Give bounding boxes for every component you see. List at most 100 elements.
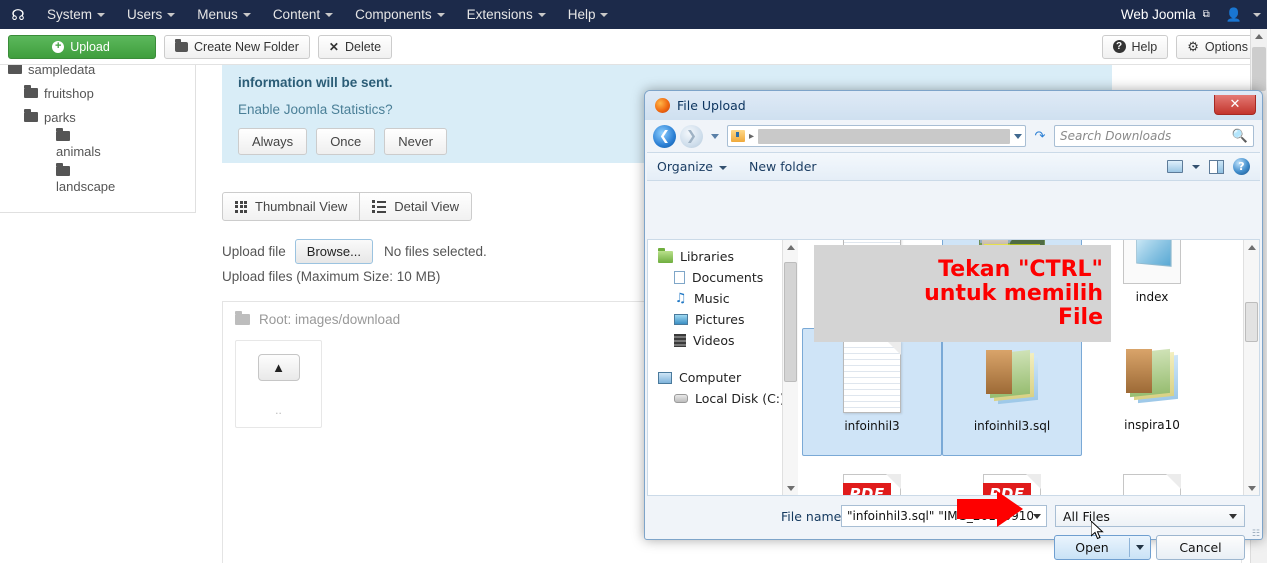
tree-item-animals[interactable] bbox=[0, 128, 195, 144]
nav-pane-scrollbar-thumb[interactable] bbox=[784, 262, 797, 382]
help-icon[interactable]: ? bbox=[1233, 158, 1250, 175]
nav-pane-item-pictures[interactable]: Pictures bbox=[648, 309, 798, 330]
resize-grip-icon[interactable]: ☷ bbox=[1252, 529, 1260, 539]
scroll-down-arrow-icon[interactable] bbox=[1248, 486, 1256, 491]
scroll-up-arrow-icon[interactable] bbox=[1255, 34, 1263, 39]
alert-once-button[interactable]: Once bbox=[316, 128, 376, 155]
nav-label: Extensions bbox=[466, 7, 533, 22]
create-new-folder-button[interactable]: Create New Folder bbox=[164, 34, 310, 59]
file-item-infoinhil3[interactable]: infoinhil3 bbox=[802, 328, 942, 456]
folder-icon bbox=[8, 65, 22, 74]
mouse-cursor-icon bbox=[1091, 521, 1104, 540]
folder-icon bbox=[24, 109, 38, 122]
joomla-logo-icon[interactable]: ☊ bbox=[0, 6, 36, 24]
cancel-button[interactable]: Cancel bbox=[1156, 535, 1245, 560]
page-scrollbar-thumb[interactable] bbox=[1252, 47, 1266, 91]
close-button[interactable]: ✕ bbox=[1214, 94, 1256, 115]
site-name-link[interactable]: Web Joomla bbox=[1121, 7, 1200, 22]
thumbnail-view-tab[interactable]: Thumbnail View bbox=[222, 192, 361, 221]
options-label: Options bbox=[1204, 39, 1248, 54]
nav-item-menus[interactable]: Menus bbox=[186, 0, 262, 29]
dialog-title-bar[interactable]: File Upload ✕ bbox=[645, 91, 1262, 120]
nav-pane-item-documents[interactable]: Documents bbox=[648, 267, 798, 288]
file-item-pdf-2[interactable]: PDF bbox=[942, 456, 1082, 495]
file-item-inspira10[interactable]: inspira10 bbox=[1082, 328, 1222, 456]
options-button[interactable]: ⚙ Options bbox=[1176, 34, 1259, 59]
address-bar[interactable]: ▸ bbox=[727, 125, 1026, 147]
max-size-note: Upload files (Maximum Size: 10 MB) bbox=[222, 269, 441, 284]
file-item-web-doc[interactable] bbox=[1082, 456, 1222, 495]
parent-folder-tile[interactable]: ▲ .. bbox=[235, 340, 322, 428]
help-button[interactable]: ? Help bbox=[1101, 34, 1169, 59]
tree-label-landscape[interactable]: landscape bbox=[0, 179, 195, 199]
chevron-down-icon[interactable] bbox=[1229, 513, 1237, 519]
file-item-pdf-1[interactable]: PDF bbox=[802, 456, 942, 495]
overlay-line-1: Tekan "CTRL" bbox=[938, 256, 1103, 282]
nav-pane-label: Videos bbox=[693, 333, 735, 348]
scroll-up-arrow-icon[interactable] bbox=[1248, 245, 1256, 250]
organize-label: Organize bbox=[657, 159, 713, 174]
plus-circle-icon: + bbox=[52, 40, 65, 53]
dialog-navigation-pane: Libraries Documents ♫ Music Pictures Vid… bbox=[648, 240, 798, 495]
nav-pane-label: Local Disk (C:) bbox=[695, 391, 785, 406]
tree-item-parks[interactable]: parks bbox=[0, 105, 195, 129]
nav-pane-item-local-disk[interactable]: Local Disk (C:) bbox=[648, 388, 798, 409]
tree-item-sampledata[interactable]: sampledata bbox=[0, 65, 195, 81]
scroll-down-arrow-icon[interactable] bbox=[787, 486, 795, 491]
tree-item-landscape[interactable] bbox=[0, 163, 195, 179]
nav-pane-item-libraries[interactable]: Libraries bbox=[648, 246, 798, 267]
scroll-up-arrow-icon[interactable] bbox=[787, 245, 795, 250]
nav-pane-item-computer[interactable]: Computer bbox=[648, 367, 798, 388]
alert-always-button[interactable]: Always bbox=[238, 128, 308, 155]
organize-button[interactable]: Organize bbox=[657, 159, 727, 174]
recent-locations-chevron-down-icon[interactable] bbox=[711, 133, 719, 139]
chevron-down-icon[interactable] bbox=[1130, 536, 1150, 559]
alert-never-button[interactable]: Never bbox=[384, 128, 447, 155]
new-folder-button[interactable]: New folder bbox=[749, 159, 817, 174]
change-view-icon[interactable] bbox=[1167, 160, 1183, 173]
tree-item-fruitshop[interactable]: fruitshop bbox=[0, 81, 195, 105]
nav-item-help[interactable]: Help bbox=[557, 0, 620, 29]
parent-folder-label: .. bbox=[275, 403, 282, 417]
nav-item-users[interactable]: Users bbox=[116, 0, 186, 29]
tree-label-animals[interactable]: animals bbox=[0, 144, 195, 164]
chevron-down-icon[interactable] bbox=[1014, 133, 1022, 139]
browse-button[interactable]: Browse... bbox=[294, 239, 373, 264]
file-list-scrollbar[interactable] bbox=[1243, 240, 1259, 495]
nav-item-content[interactable]: Content bbox=[262, 0, 344, 29]
chevron-down-icon[interactable] bbox=[1033, 513, 1041, 519]
nav-item-extensions[interactable]: Extensions bbox=[456, 0, 557, 29]
back-arrow-icon[interactable]: ❮ bbox=[653, 124, 676, 148]
nav-label: Help bbox=[567, 7, 596, 22]
file-item-infoinhil3-sql[interactable]: infoinhil3.sql bbox=[942, 328, 1082, 456]
preview-pane-icon[interactable] bbox=[1209, 159, 1224, 174]
chevron-down-icon bbox=[167, 13, 176, 18]
file-list-scrollbar-thumb[interactable] bbox=[1245, 302, 1258, 342]
delete-button[interactable]: ✕ Delete bbox=[317, 34, 393, 59]
document-icon bbox=[835, 335, 909, 419]
dialog-footer: File name: "infoinhil3.sql" "IMG_2016091… bbox=[645, 497, 1264, 560]
file-label: infoinhil3.sql bbox=[973, 419, 1051, 433]
file-label: inspira10 bbox=[1124, 418, 1180, 432]
chevron-down-icon[interactable] bbox=[1253, 12, 1261, 17]
file-type-filter-select[interactable]: All Files bbox=[1055, 505, 1245, 527]
user-icon[interactable]: 👤 bbox=[1226, 7, 1242, 23]
pictures-icon bbox=[674, 314, 688, 325]
chevron-down-icon[interactable] bbox=[1192, 164, 1200, 169]
nav-item-components[interactable]: Components bbox=[344, 0, 456, 29]
nav-label: Menus bbox=[197, 7, 238, 22]
search-input[interactable]: Search Downloads 🔍 bbox=[1054, 125, 1254, 147]
detail-view-tab[interactable]: Detail View bbox=[360, 192, 473, 221]
screenshot-root: ☊ System Users Menus Content Components … bbox=[0, 0, 1267, 563]
forward-arrow-icon[interactable]: ❯ bbox=[680, 124, 703, 148]
nav-item-system[interactable]: System bbox=[36, 0, 116, 29]
nav-pane-item-videos[interactable]: Videos bbox=[648, 330, 798, 351]
external-link-icon: ⧉ bbox=[1202, 9, 1210, 20]
upload-button[interactable]: + Upload bbox=[8, 34, 156, 59]
chevron-up-icon[interactable]: ▲ bbox=[257, 354, 300, 381]
search-placeholder: Search Downloads bbox=[1060, 129, 1172, 143]
nav-pane-scrollbar[interactable] bbox=[782, 240, 798, 495]
nav-pane-item-music[interactable]: ♫ Music bbox=[648, 288, 798, 309]
chevron-down-icon bbox=[719, 165, 727, 170]
refresh-icon[interactable]: ↷ bbox=[1030, 129, 1050, 144]
